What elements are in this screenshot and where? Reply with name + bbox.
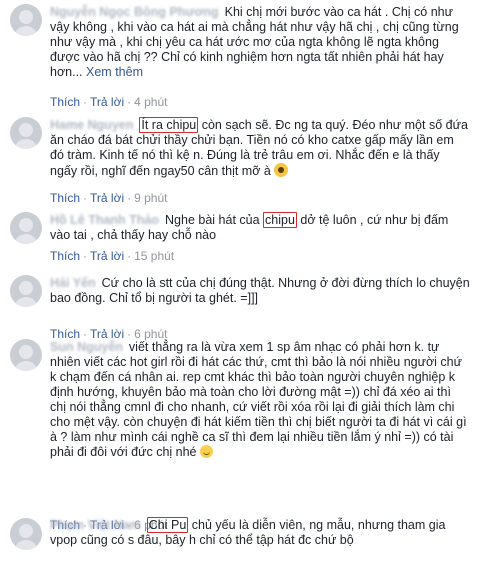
avatar[interactable] <box>10 518 42 550</box>
author-name[interactable]: Sun Nguyễn <box>50 340 123 354</box>
separator: · <box>127 249 132 263</box>
timestamp[interactable]: 9 phút <box>134 191 167 205</box>
timestamp[interactable]: 6 phút <box>134 327 167 341</box>
highlighted-keyword: chipu <box>263 212 297 228</box>
author-name[interactable]: Phạm Việt Nam <box>50 518 141 532</box>
separator: · <box>127 191 132 205</box>
separator: · <box>83 191 88 205</box>
author-name[interactable]: Hồ Lê Thanh Thảo <box>50 213 159 227</box>
reply-button[interactable]: Trả lời <box>90 327 124 341</box>
reply-button[interactable]: Trả lời <box>90 191 124 205</box>
see-more-link[interactable]: Xem thêm <box>86 65 143 79</box>
author-name[interactable]: Nguyễn Ngọc Bông Phương <box>50 5 219 19</box>
smile-emoji-icon <box>200 445 213 458</box>
separator: · <box>83 95 88 109</box>
like-button[interactable]: Thích <box>50 249 80 263</box>
author-name[interactable]: Hame Nguyen <box>50 118 133 132</box>
separator: · <box>127 327 132 341</box>
reply-button[interactable]: Trả lời <box>90 249 124 263</box>
timestamp[interactable]: 4 phút <box>134 95 167 109</box>
avatar[interactable] <box>10 117 42 149</box>
like-button[interactable]: Thích <box>50 191 80 205</box>
highlighted-keyword: Ít ra chipu <box>139 117 199 133</box>
avatar[interactable] <box>10 4 42 36</box>
like-button[interactable]: Thích <box>50 327 80 341</box>
separator: · <box>83 249 88 263</box>
emoji-icon <box>274 163 289 177</box>
author-name[interactable]: Hải Yến <box>50 276 96 290</box>
avatar[interactable] <box>10 212 42 244</box>
highlighted-keyword: Chi Pu <box>146 517 189 533</box>
separator: · <box>83 327 88 341</box>
reply-button[interactable]: Trả lời <box>90 95 124 109</box>
comment-text: Nghe bài hát của <box>165 213 264 227</box>
avatar[interactable] <box>10 339 42 371</box>
comment-text: Cứ cho là stt của chị đúng thật. Nhưng ở… <box>50 276 470 305</box>
comment-text: viết thẳng ra là vừa xem 1 sp âm nhạc có… <box>50 340 467 459</box>
timestamp[interactable]: 15 phút <box>134 249 174 263</box>
separator: · <box>127 95 132 109</box>
like-button[interactable]: Thích <box>50 95 80 109</box>
avatar[interactable] <box>10 275 42 307</box>
